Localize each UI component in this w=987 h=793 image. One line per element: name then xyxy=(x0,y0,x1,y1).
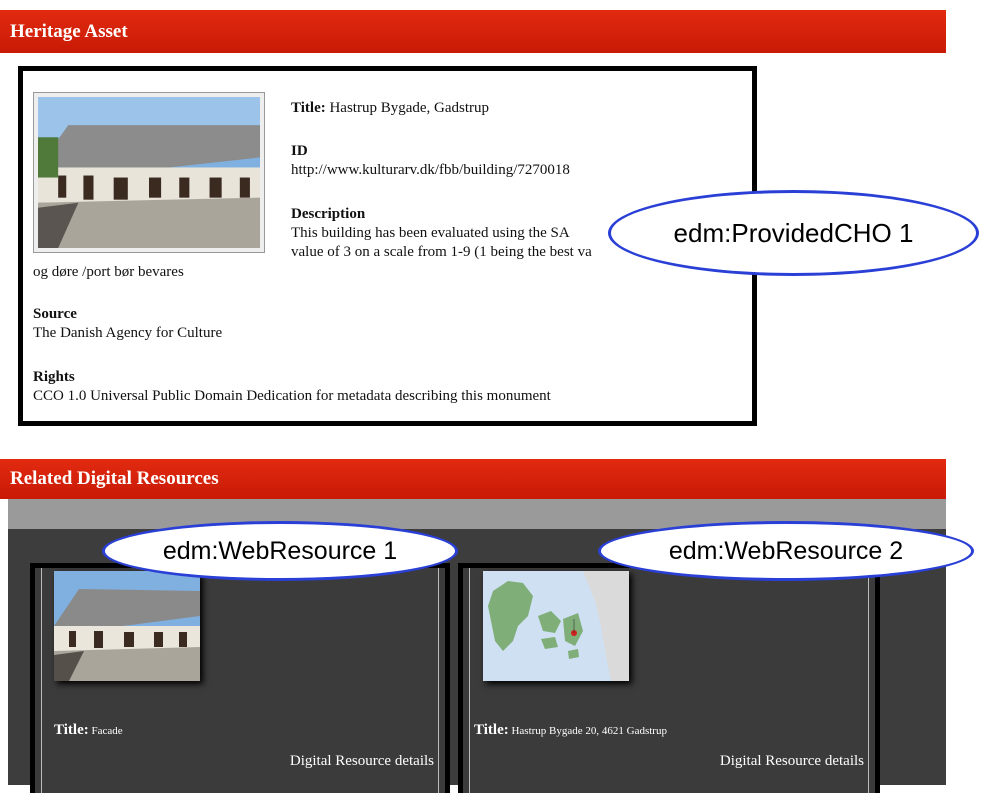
resource-card-2-inner: Title: Hastrup Bygade 20, 4621 Gadstrup … xyxy=(469,568,869,793)
annotation-web-resource-2: edm:WebResource 2 xyxy=(598,521,974,581)
facade-image xyxy=(54,571,200,681)
id-field: ID http://www.kulturarv.dk/fbb/building/… xyxy=(291,142,570,180)
source-field: Source The Danish Agency for Culture xyxy=(33,305,222,343)
resource-1-title: Title: Facade xyxy=(54,722,123,739)
resource-1-title-value: Facade xyxy=(91,725,123,737)
id-label: ID xyxy=(291,143,308,159)
title-label: Title: xyxy=(291,100,326,116)
map-image xyxy=(483,571,629,681)
resource-card-1: Title: Facade Digital Resource details xyxy=(30,563,450,793)
resource-thumbnail-facade[interactable] xyxy=(54,571,200,681)
source-value: The Danish Agency for Culture xyxy=(33,325,223,341)
resource-2-details-link[interactable]: Digital Resource details xyxy=(720,753,864,770)
title-value: Hastrup Bygade, Gadstrup xyxy=(329,100,490,116)
rights-field: Rights CCO 1.0 Universal Public Domain D… xyxy=(33,368,551,406)
resource-1-details-link[interactable]: Digital Resource details xyxy=(290,753,434,770)
rights-label: Rights xyxy=(33,369,75,385)
description-text-line3: og døre /port bør bevares xyxy=(33,264,184,280)
rights-value: CCO 1.0 Universal Public Domain Dedicati… xyxy=(33,388,551,404)
title-field: Title: Hastrup Bygade, Gadstrup xyxy=(291,99,489,118)
id-value[interactable]: http://www.kulturarv.dk/fbb/building/727… xyxy=(291,162,570,178)
building-image xyxy=(38,97,260,248)
resource-2-title-label: Title: xyxy=(474,722,509,738)
resource-thumbnail-map[interactable] xyxy=(483,571,629,681)
resource-card-2: Title: Hastrup Bygade 20, 4621 Gadstrup … xyxy=(458,563,880,793)
heritage-asset-header: Heritage Asset xyxy=(0,10,946,53)
resource-2-title: Title: Hastrup Bygade 20, 4621 Gadstrup xyxy=(474,722,667,739)
related-resources-header: Related Digital Resources xyxy=(0,459,946,499)
annotation-provided-cho: edm:ProvidedCHO 1 xyxy=(608,190,979,276)
source-label: Source xyxy=(33,306,77,322)
building-photo[interactable] xyxy=(33,92,265,253)
resource-2-title-value: Hastrup Bygade 20, 4621 Gadstrup xyxy=(511,725,667,737)
annotation-web-resource-1: edm:WebResource 1 xyxy=(102,521,458,581)
resource-1-title-label: Title: xyxy=(54,722,89,738)
resource-card-1-inner: Title: Facade Digital Resource details xyxy=(41,568,439,793)
